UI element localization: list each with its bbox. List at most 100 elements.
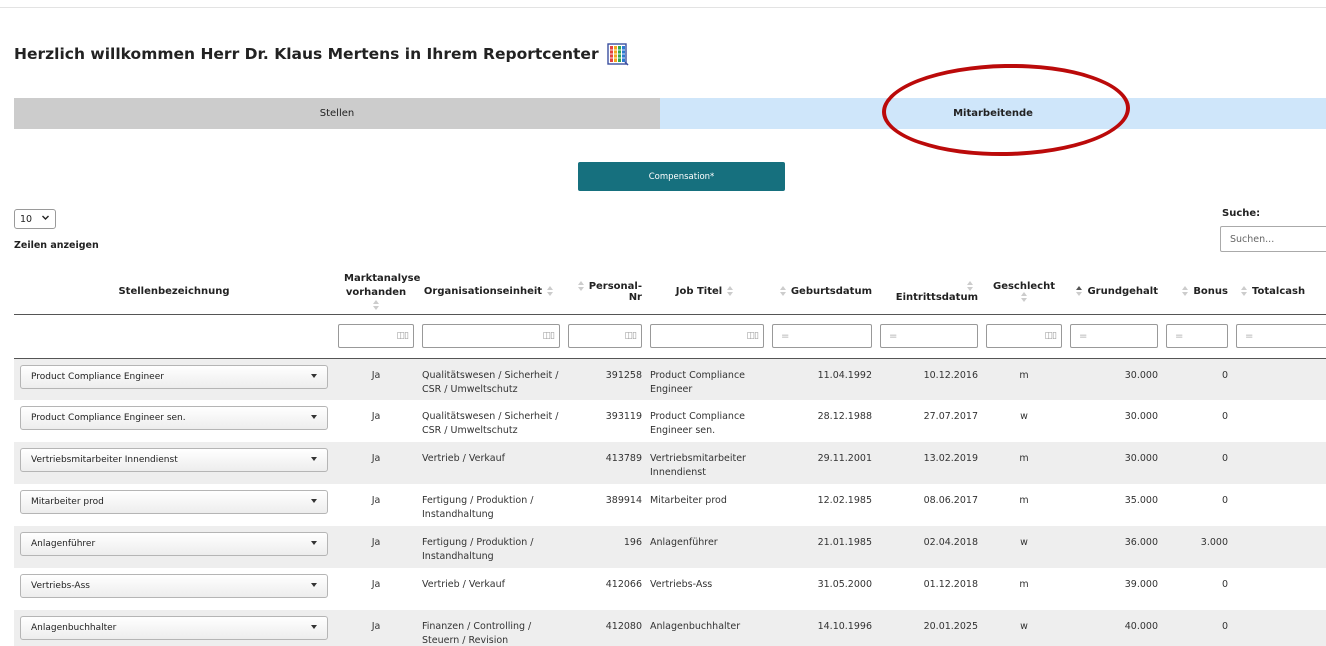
sort-icon bbox=[966, 280, 974, 291]
cell-grundgehalt: 36.000 bbox=[1124, 537, 1158, 548]
cell-job-titel: Anlagenbuchhalter bbox=[650, 621, 741, 632]
cell-personal-nr: 412066 bbox=[605, 579, 642, 590]
filter-operator: = bbox=[1079, 330, 1088, 342]
filter-totalcash[interactable]: = bbox=[1236, 324, 1326, 348]
column-header-geschlecht[interactable]: Geschlecht bbox=[982, 270, 1066, 315]
cell-marktanalyse: Ja bbox=[371, 579, 381, 590]
cell-eintrittsdatum: 20.01.2025 bbox=[923, 621, 978, 632]
filter-personal-nr[interactable]: ◫▯ bbox=[568, 324, 642, 348]
picker-icon: ◫▯ bbox=[746, 331, 760, 341]
column-header-stellenbezeichnung[interactable]: Stellenbezeichnung bbox=[14, 270, 334, 315]
cell-geburtsdatum: 14.10.1996 bbox=[817, 621, 872, 632]
cell-personal-nr: 413789 bbox=[605, 453, 642, 464]
dropdown-value: Product Compliance Engineer sen. bbox=[31, 413, 186, 423]
column-header-job-titel[interactable]: Job Titel bbox=[646, 270, 768, 315]
table-row: Product Compliance Engineer sen. Ja Qualit… bbox=[14, 400, 1326, 442]
cell-marktanalyse: Ja bbox=[371, 411, 381, 422]
cell-geschlecht: m bbox=[1019, 579, 1029, 590]
cell-geburtsdatum: 21.01.1985 bbox=[817, 537, 872, 548]
cell-eintrittsdatum: 10.12.2016 bbox=[923, 369, 978, 381]
page-length-select[interactable]: 10 bbox=[14, 209, 56, 229]
dropdown-value: Mitarbeiter prod bbox=[31, 497, 104, 507]
stellenbezeichnung-dropdown[interactable]: Vertriebs-Ass bbox=[20, 574, 328, 598]
cell-organisationseinheit: Vertrieb / Verkauf bbox=[422, 579, 505, 590]
top-divider bbox=[0, 7, 1326, 8]
cell-organisationseinheit: Fertigung / Produktion / Instandhaltung bbox=[422, 537, 534, 562]
filter-operator: = bbox=[781, 330, 790, 342]
caret-down-icon bbox=[311, 457, 317, 461]
filter-grundgehalt[interactable]: = bbox=[1070, 324, 1158, 348]
column-header-totalcash[interactable]: Totalcash bbox=[1232, 270, 1326, 315]
cell-personal-nr: 391258 bbox=[605, 369, 642, 381]
column-header-marktanalyse[interactable]: Marktanalyse vorhanden bbox=[334, 270, 420, 315]
column-header-eintrittsdatum[interactable]: Eintrittsdatum bbox=[876, 270, 982, 315]
cell-job-titel: Anlagenführer bbox=[650, 537, 718, 548]
filter-marktanalyse[interactable]: ◫▯ bbox=[338, 324, 414, 348]
filter-job-titel[interactable]: ◫▯ bbox=[650, 324, 764, 348]
dropdown-value: Product Compliance Engineer bbox=[31, 371, 164, 382]
column-header-geburtsdatum[interactable]: Geburtsdatum bbox=[768, 270, 876, 315]
sort-icon bbox=[372, 300, 380, 311]
filter-operator: = bbox=[1245, 330, 1254, 342]
column-header-grundgehalt[interactable]: Grundgehalt bbox=[1066, 270, 1162, 315]
sort-icon bbox=[577, 280, 585, 291]
cell-organisationseinheit: Qualitätswesen / Sicherheit / CSR / Umwe… bbox=[422, 369, 559, 395]
cell-marktanalyse: Ja bbox=[371, 621, 381, 632]
cell-marktanalyse: Ja bbox=[371, 537, 381, 548]
tab-mitarbeitende[interactable]: Mitarbeitende bbox=[660, 98, 1326, 129]
filter-geschlecht[interactable]: ◫▯ bbox=[986, 324, 1062, 348]
cell-bonus: 0 bbox=[1221, 453, 1228, 464]
search-input[interactable] bbox=[1220, 226, 1326, 252]
cell-eintrittsdatum: 02.04.2018 bbox=[923, 537, 978, 548]
cell-eintrittsdatum: 08.06.2017 bbox=[923, 495, 978, 506]
filter-row: ◫▯ ◫▯ ◫▯ ◫▯ = = ◫▯ = = = bbox=[14, 314, 1326, 359]
reportcenter-logo-icon bbox=[606, 42, 629, 66]
cell-geschlecht: m bbox=[1019, 495, 1029, 506]
compensation-button[interactable]: Compensation* bbox=[578, 162, 785, 191]
page-length-value: 10 bbox=[20, 213, 33, 225]
cell-geschlecht: w bbox=[1020, 537, 1028, 548]
cell-organisationseinheit: Vertrieb / Verkauf bbox=[422, 453, 505, 464]
filter-organisationseinheit[interactable]: ◫▯ bbox=[422, 324, 560, 348]
filter-bonus[interactable]: = bbox=[1166, 324, 1228, 348]
cell-bonus: 0 bbox=[1221, 411, 1228, 422]
report-tabs: Stellen Mitarbeitende bbox=[14, 98, 1326, 129]
table-header-row: Stellenbezeichnung Marktanalyse vorhande… bbox=[14, 270, 1326, 315]
cell-marktanalyse: Ja bbox=[371, 369, 381, 381]
cell-marktanalyse: Ja bbox=[371, 453, 381, 464]
filter-operator: = bbox=[1175, 330, 1184, 342]
picker-icon: ◫▯ bbox=[542, 331, 556, 341]
stellenbezeichnung-dropdown[interactable]: Anlagenbuchhalter bbox=[20, 616, 328, 640]
cell-job-titel: Vertriebsmitarbeiter Innendienst bbox=[650, 453, 746, 478]
sort-icon bbox=[1181, 286, 1189, 297]
cell-job-titel: Vertriebs-Ass bbox=[650, 579, 713, 590]
filter-geburtsdatum[interactable]: = bbox=[772, 324, 872, 348]
caret-down-icon bbox=[311, 541, 317, 545]
cell-bonus: 0 bbox=[1221, 369, 1228, 381]
column-header-bonus[interactable]: Bonus bbox=[1162, 270, 1232, 315]
cell-grundgehalt: 40.000 bbox=[1124, 621, 1158, 632]
dropdown-value: Vertriebsmitarbeiter Innendienst bbox=[31, 455, 178, 465]
tab-stellen[interactable]: Stellen bbox=[14, 98, 660, 129]
stellenbezeichnung-dropdown[interactable]: Anlagenführer bbox=[20, 532, 328, 556]
cell-grundgehalt: 30.000 bbox=[1124, 369, 1158, 381]
cell-organisationseinheit: Qualitätswesen / Sicherheit / CSR / Umwe… bbox=[422, 411, 559, 436]
cell-bonus: 0 bbox=[1221, 621, 1228, 632]
table-row: Anlagenführer Ja Fertigung / Produktion / … bbox=[14, 526, 1326, 568]
cell-personal-nr: 393119 bbox=[605, 411, 642, 422]
employee-table: Stellenbezeichnung Marktanalyse vorhande… bbox=[14, 270, 1326, 646]
stellenbezeichnung-dropdown[interactable]: Product Compliance Engineer sen. bbox=[20, 406, 328, 430]
cell-job-titel: Product Compliance Engineer sen. bbox=[650, 411, 746, 436]
filter-eintrittsdatum[interactable]: = bbox=[880, 324, 978, 348]
column-header-personal-nr[interactable]: Personal-Nr bbox=[564, 270, 646, 315]
cell-geburtsdatum: 28.12.1988 bbox=[817, 411, 872, 422]
dropdown-value: Anlagenbuchhalter bbox=[31, 623, 117, 633]
dropdown-value: Anlagenführer bbox=[31, 539, 96, 549]
stellenbezeichnung-dropdown[interactable]: Product Compliance Engineer bbox=[20, 364, 328, 389]
stellenbezeichnung-dropdown[interactable]: Vertriebsmitarbeiter Innendienst bbox=[20, 448, 328, 472]
cell-marktanalyse: Ja bbox=[371, 495, 381, 506]
stellenbezeichnung-dropdown[interactable]: Mitarbeiter prod bbox=[20, 490, 328, 514]
cell-eintrittsdatum: 13.02.2019 bbox=[923, 453, 978, 464]
cell-personal-nr: 389914 bbox=[605, 495, 642, 506]
column-header-organisationseinheit[interactable]: Organisationseinheit bbox=[418, 270, 564, 315]
